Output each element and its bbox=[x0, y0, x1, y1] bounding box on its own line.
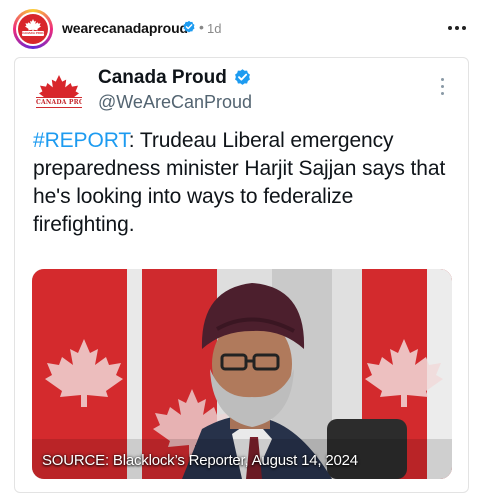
post-username[interactable]: wearecanadaproud bbox=[62, 20, 188, 36]
more-horizontal-icon[interactable] bbox=[446, 17, 468, 37]
verified-badge-icon bbox=[182, 20, 196, 39]
logo-text: CANADA PROUD bbox=[36, 97, 82, 108]
post-timestamp[interactable]: 1d bbox=[207, 21, 221, 36]
tweet-display-name[interactable]: Canada Proud bbox=[98, 67, 227, 89]
embedded-tweet[interactable]: CANADA PROUD Canada Proud @WeAreCanProud… bbox=[14, 57, 469, 493]
more-vertical-icon[interactable] bbox=[438, 76, 448, 98]
avatar-logo: CANADA PROUD bbox=[18, 14, 48, 44]
tweet-avatar-logo[interactable]: CANADA PROUD bbox=[36, 73, 82, 115]
tweet-photo[interactable]: SOURCE: Blacklock’s Reporter, August 14,… bbox=[32, 269, 452, 479]
tweet-text: #REPORT: Trudeau Liberal emergency prepa… bbox=[33, 127, 453, 239]
separator-dot: • bbox=[199, 19, 204, 35]
post-header: CANADA PROUD wearecanadaproud • 1d bbox=[0, 0, 480, 56]
maple-leaf-icon bbox=[39, 75, 79, 107]
avatar[interactable]: CANADA PROUD bbox=[13, 9, 53, 49]
tweet-handle[interactable]: @WeAreCanProud bbox=[98, 92, 252, 113]
avatar-text: CANADA PROUD bbox=[22, 31, 44, 36]
photo-caption: SOURCE: Blacklock’s Reporter, August 14,… bbox=[42, 452, 358, 469]
verified-badge-icon bbox=[233, 68, 252, 92]
hashtag-link[interactable]: #REPORT bbox=[33, 129, 129, 152]
photo-illustration bbox=[32, 269, 452, 479]
